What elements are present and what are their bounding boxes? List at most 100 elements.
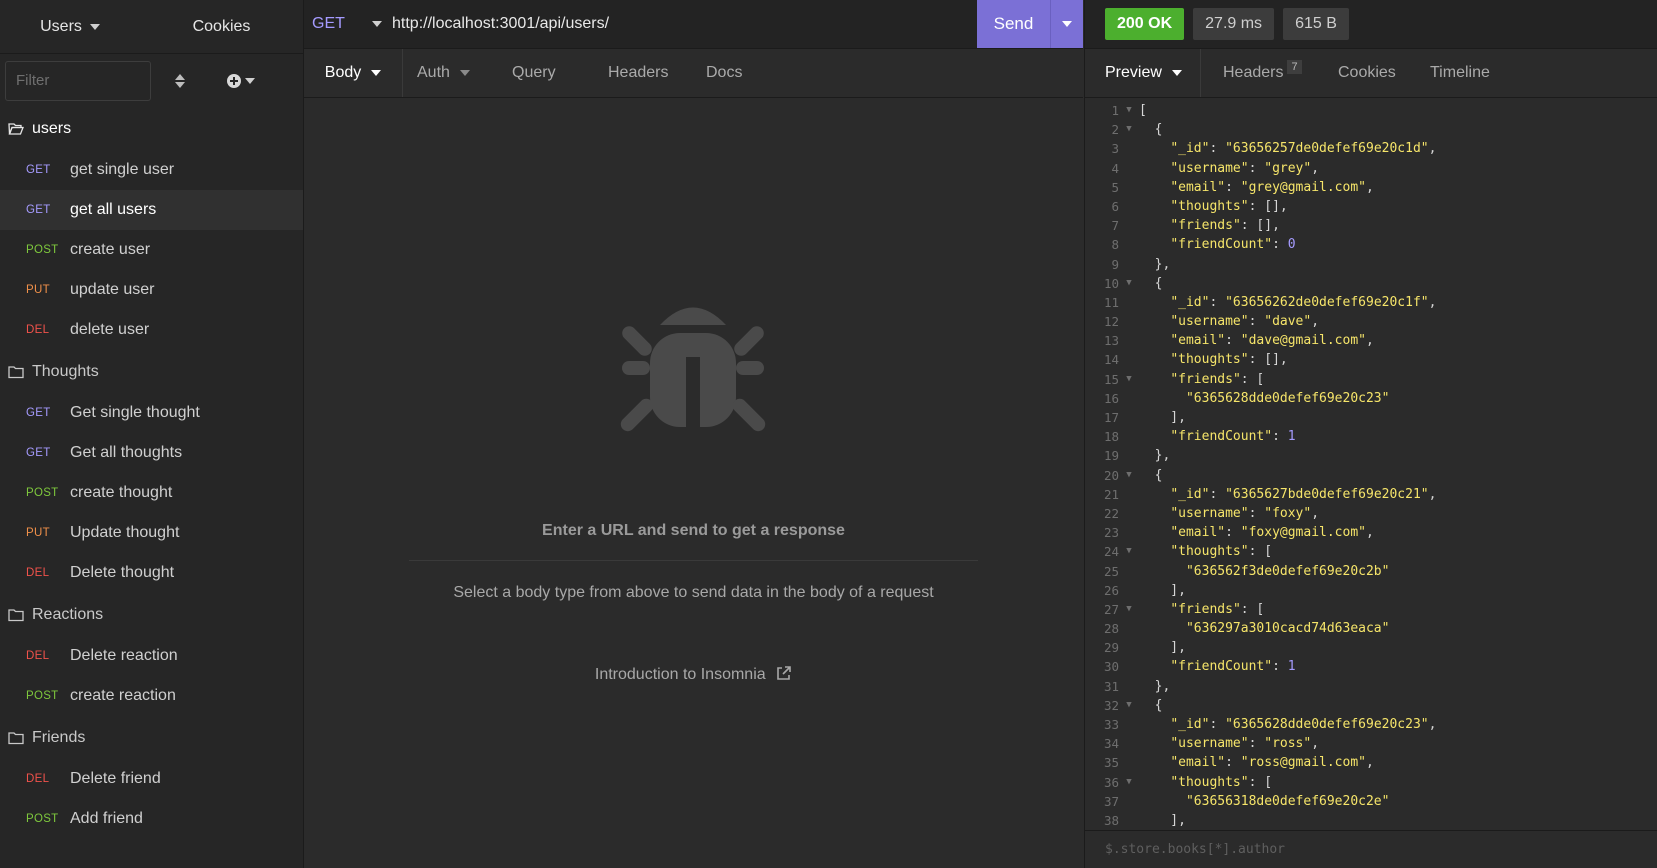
chevron-down-icon: [89, 23, 100, 30]
fold-icon[interactable]: ▼: [1119, 773, 1139, 792]
line-number: 11: [1103, 294, 1119, 310]
tab-response-headers[interactable]: Headers 7: [1223, 49, 1302, 97]
fold-icon: [1119, 255, 1139, 274]
sort-icon[interactable]: [173, 72, 187, 90]
chevron-down-icon: [459, 70, 470, 76]
method-badge: GET: [26, 447, 51, 459]
folder-thoughts[interactable]: Thoughts: [0, 350, 303, 393]
request-tree: users GET get single user GET get all users P…: [0, 107, 303, 839]
tab-body[interactable]: Body: [304, 49, 403, 97]
fold-icon: [1119, 485, 1139, 504]
tab-response-cookies[interactable]: Cookies: [1338, 49, 1396, 97]
json-key: friends: [1178, 601, 1233, 617]
tab-headers[interactable]: Headers: [608, 49, 668, 97]
folder-users[interactable]: users: [0, 107, 303, 150]
fold-icon[interactable]: ▼: [1119, 600, 1139, 619]
send-button[interactable]: Send: [977, 0, 1083, 48]
line-number: 26: [1103, 582, 1119, 598]
code-line: 18 " friendCount ": 1: [1085, 427, 1657, 446]
fold-icon[interactable]: ▼: [1119, 370, 1139, 389]
json-value: 1: [1287, 659, 1296, 675]
code-punct: ,: [1311, 160, 1320, 176]
request-item[interactable]: DEL delete user: [0, 310, 303, 350]
code-line: 13 " email ": "dave@gmail.com",: [1085, 331, 1657, 350]
response-json-viewer[interactable]: 1 ▼[2 ▼ {3 " _id ": "63656257de0defef69e20c1…: [1085, 101, 1657, 829]
tab-query[interactable]: Query: [512, 49, 556, 97]
code-line: 1 ▼[: [1085, 101, 1657, 120]
workspace-dropdown[interactable]: Users: [0, 18, 140, 36]
fold-icon: [1119, 504, 1139, 523]
add-request-button[interactable]: [227, 73, 255, 88]
line-number: 22: [1103, 505, 1119, 521]
json-value: "6365627bde0defef69e20c21": [1225, 486, 1429, 502]
sidebar: Users Cookies usersGETget single userGET…: [0, 0, 304, 868]
request-item[interactable]: GET get single user: [0, 150, 303, 190]
url-bar: GET http://localhost:3001/api/users/ Sen…: [304, 0, 1083, 49]
request-item[interactable]: POST create user: [0, 230, 303, 270]
code-text: [: [1139, 103, 1147, 118]
fold-icon: [1119, 427, 1139, 446]
fold-icon[interactable]: ▼: [1119, 101, 1139, 120]
filter-input[interactable]: [5, 60, 151, 101]
chevron-down-icon[interactable]: [372, 0, 388, 48]
line-number: 15: [1103, 371, 1119, 387]
json-value: "63656257de0defef69e20c1d": [1225, 141, 1429, 157]
response-pane: 200 OK 27.9 ms 615 B Preview Headers 7 C…: [1084, 0, 1657, 868]
code-punct: ,: [1272, 218, 1280, 234]
fold-icon[interactable]: ▼: [1119, 466, 1139, 485]
send-options-button[interactable]: [1050, 0, 1083, 48]
fold-icon: [1119, 753, 1139, 772]
code-line: 7 " friends ": [],: [1085, 216, 1657, 235]
line-number: 33: [1103, 717, 1119, 732]
code-line: 33 " _id ": "6365628dde0defef69e20c23",: [1085, 715, 1657, 734]
fold-icon: [1119, 446, 1139, 465]
json-key: friendCount: [1178, 237, 1265, 253]
request-item[interactable]: GET get all users: [0, 190, 303, 230]
size-badge: 615 B: [1283, 8, 1349, 40]
response-filter-input[interactable]: $.store.books[*].author: [1085, 830, 1657, 868]
code-line: 32 ▼ {: [1085, 696, 1657, 715]
request-item[interactable]: GET Get all thoughts: [0, 433, 303, 473]
json-string: "636562f3de0defef69e20c2b": [1185, 563, 1390, 579]
method-selector[interactable]: GET: [304, 0, 372, 48]
fold-icon: [1119, 197, 1139, 216]
fold-icon[interactable]: ▼: [1119, 120, 1139, 139]
request-item[interactable]: DEL Delete reaction: [0, 636, 303, 676]
request-item[interactable]: PUT update user: [0, 270, 303, 310]
request-item[interactable]: GET Get single thought: [0, 393, 303, 433]
code-line: 5 " email ": "grey@gmail.com",: [1085, 178, 1657, 197]
fold-icon[interactable]: ▼: [1119, 542, 1139, 561]
request-item[interactable]: PUT Update thought: [0, 513, 303, 553]
request-item[interactable]: POST create thought: [0, 473, 303, 513]
fold-icon[interactable]: ▼: [1119, 274, 1139, 293]
tab-docs[interactable]: Docs: [706, 49, 742, 97]
sidebar-header: Users Cookies: [0, 0, 303, 54]
tab-timeline[interactable]: Timeline: [1430, 49, 1490, 97]
cookies-button[interactable]: Cookies: [140, 18, 303, 36]
request-item[interactable]: DEL Delete friend: [0, 759, 303, 799]
tab-preview[interactable]: Preview: [1105, 49, 1182, 97]
url-input[interactable]: http://localhost:3001/api/users/: [388, 0, 977, 48]
tab-auth[interactable]: Auth: [417, 49, 470, 97]
request-item[interactable]: POST Add friend: [0, 799, 303, 839]
fold-icon: [1119, 235, 1139, 254]
method-badge: PUT: [26, 284, 50, 296]
json-value: [: [1264, 774, 1273, 790]
request-item[interactable]: DEL Delete thought: [0, 553, 303, 593]
folder-friends[interactable]: Friends: [0, 716, 303, 759]
json-key: _id: [1178, 486, 1202, 502]
line-number: 13: [1103, 333, 1119, 349]
line-number: 4: [1111, 160, 1119, 176]
fold-icon: [1119, 389, 1139, 408]
folder-reactions[interactable]: Reactions: [0, 593, 303, 636]
code-line: 24 ▼ " thoughts ": [: [1085, 542, 1657, 561]
request-item[interactable]: POST create reaction: [0, 676, 303, 716]
fold-icon[interactable]: ▼: [1119, 696, 1139, 715]
intro-link[interactable]: Introduction to Insomnia: [304, 665, 1083, 684]
fold-icon: [1119, 657, 1139, 676]
json-value: "ross@gmail.com": [1240, 755, 1366, 771]
